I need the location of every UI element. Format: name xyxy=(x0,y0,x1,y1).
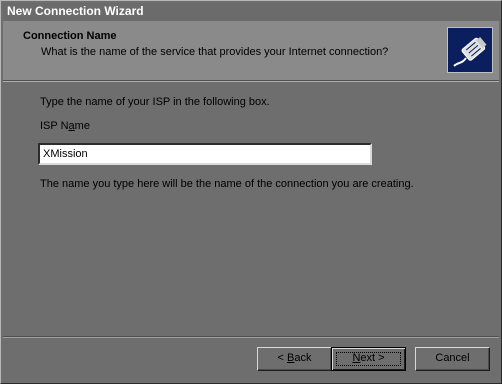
cable-connector-icon xyxy=(447,27,493,73)
instruction-text: Type the name of your ISP in the followi… xyxy=(40,96,270,108)
button-separator xyxy=(3,336,499,338)
back-button[interactable]: < Back xyxy=(257,347,332,371)
page-subtitle: What is the name of the service that pro… xyxy=(41,46,389,58)
wizard-window: New Connection Wizard Connection Name Wh… xyxy=(0,0,502,384)
title-bar[interactable]: New Connection Wizard xyxy=(3,3,499,21)
window-title: New Connection Wizard xyxy=(7,4,144,18)
cancel-button[interactable]: Cancel xyxy=(415,347,490,371)
next-button[interactable]: Next > xyxy=(331,347,406,371)
wizard-header: Connection Name What is the name of the … xyxy=(3,21,499,81)
focus-rect xyxy=(336,352,401,366)
isp-name-input[interactable]: XMission xyxy=(38,143,372,165)
header-divider xyxy=(3,81,499,82)
connection-name-note: The name you type here will be the name … xyxy=(40,178,414,190)
isp-name-label: ISP Name xyxy=(40,120,90,132)
page-title: Connection Name xyxy=(23,30,117,42)
